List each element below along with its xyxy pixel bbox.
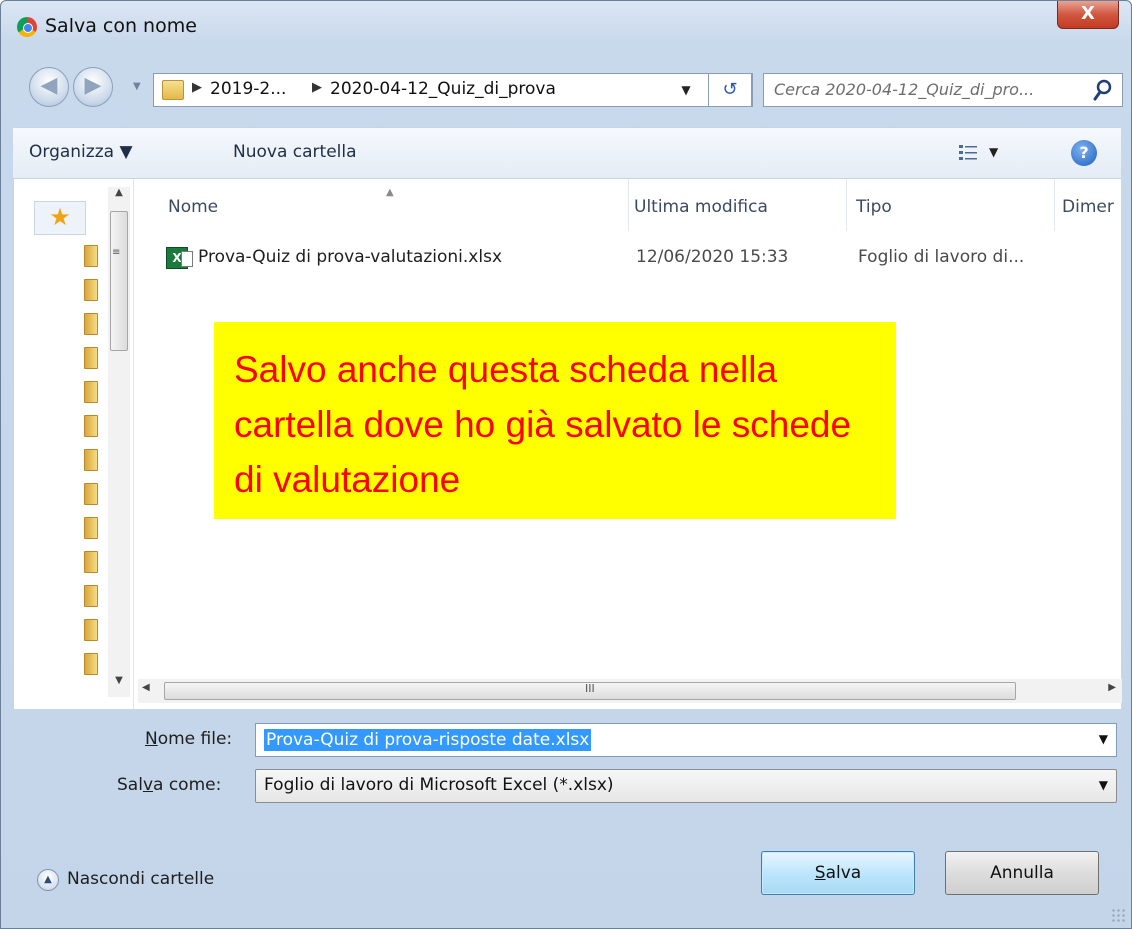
column-header-modified[interactable]: Ultima modifica (634, 197, 768, 217)
scroll-grip-icon: III (585, 682, 595, 695)
new-folder-button[interactable]: Nuova cartella (233, 142, 357, 162)
save-type-select[interactable]: Foglio di lavoro di Microsoft Excel (*.x… (255, 769, 1117, 803)
column-separator[interactable] (846, 179, 847, 231)
organize-menu[interactable]: Organizza ▼ (29, 142, 133, 162)
chevron-down-icon[interactable]: ▼ (989, 145, 998, 159)
filename-label-text: ome file: (157, 729, 233, 749)
scroll-up-icon[interactable]: ▲ (108, 187, 130, 207)
save-button[interactable]: Salva (761, 851, 915, 895)
save-type-label-accesskey: v (142, 775, 153, 795)
nav-folder-icon[interactable] (84, 381, 98, 403)
file-modified: 12/06/2020 15:33 (636, 247, 789, 267)
save-type-label-a: Sal (117, 775, 143, 795)
nav-folder-icon[interactable] (84, 619, 98, 641)
nav-folder-icon[interactable] (84, 585, 98, 607)
search-placeholder: Cerca 2020-04-12_Quiz_di_pro... (774, 80, 1035, 99)
save-accesskey: S (814, 863, 826, 883)
scroll-grip-icon: ≡ (112, 247, 121, 258)
window-title: Salva con nome (45, 15, 197, 37)
back-button[interactable]: ◀ (29, 67, 69, 107)
scroll-right-icon[interactable]: ▶ (1108, 682, 1116, 693)
save-type-label-b: a come: (153, 775, 222, 795)
save-type-value: Foglio di lavoro di Microsoft Excel (*.x… (264, 775, 614, 795)
resize-grip-icon[interactable] (1111, 908, 1125, 922)
address-dropdown-icon[interactable]: ▼ (671, 73, 701, 107)
forward-button[interactable]: ▶ (73, 67, 113, 107)
scroll-left-icon[interactable]: ◀ (142, 682, 150, 693)
close-button[interactable]: X (1057, 1, 1119, 29)
search-icon[interactable] (1092, 78, 1114, 102)
annotation-callout: Salvo anche questa scheda nella cartella… (214, 322, 896, 519)
nav-pane-scrollbar[interactable]: ▲ ≡ ▼ (108, 187, 130, 697)
save-type-label: Salva come: (117, 775, 221, 795)
scroll-thumb[interactable] (110, 211, 128, 351)
save-label: alva (825, 863, 862, 883)
scroll-thumb[interactable]: III (164, 682, 1016, 700)
column-header-type[interactable]: Tipo (856, 197, 892, 217)
search-input[interactable]: Cerca 2020-04-12_Quiz_di_pro... (763, 73, 1123, 107)
column-separator[interactable] (1054, 179, 1055, 231)
breadcrumb-parent[interactable]: 2019-2... (210, 79, 286, 99)
file-type: Foglio di lavoro di... (858, 247, 1025, 267)
scroll-down-icon[interactable]: ▼ (108, 675, 130, 695)
help-icon[interactable]: ? (1071, 140, 1097, 166)
refresh-button[interactable]: ↺ (708, 73, 752, 107)
collapse-up-icon[interactable]: ▲ (37, 869, 59, 891)
navigation-pane: ★ ▲ ≡ ▼ (14, 179, 134, 709)
chevron-down-icon[interactable]: ▼ (1099, 732, 1108, 746)
hide-folders-button[interactable]: Nascondi cartelle (67, 869, 214, 889)
view-options-icon[interactable] (957, 142, 979, 164)
column-separator[interactable] (628, 179, 629, 231)
file-row[interactable]: X Prova-Quiz di prova-valutazioni.xlsx 1… (164, 245, 1064, 275)
history-dropdown-icon[interactable]: ▼ (133, 81, 147, 95)
chevron-down-icon[interactable]: ▼ (1099, 778, 1108, 792)
filename-label: Nome file: (145, 729, 232, 749)
sort-ascending-icon: ▲ (386, 187, 394, 198)
nav-folder-icon[interactable] (84, 245, 98, 267)
save-as-dialog: Salva con nome X ◀ ▶ ▼ ▶ 2019-2... ▶ 202… (0, 0, 1132, 929)
horizontal-scrollbar[interactable]: ◀ III ▶ (138, 679, 1122, 703)
nav-folder-icon[interactable] (84, 415, 98, 437)
command-toolbar: Organizza ▼ Nuova cartella ▼ ? (13, 127, 1121, 179)
chevron-right-icon[interactable]: ▶ (312, 80, 322, 95)
folder-icon (162, 80, 184, 100)
filename-label-accesskey: N (145, 729, 158, 749)
save-form: Nome file: Prova-Quiz di prova-risposte … (13, 709, 1121, 819)
nav-folder-icon[interactable] (84, 653, 98, 675)
nav-folder-icon[interactable] (84, 313, 98, 335)
nav-folder-icon[interactable] (84, 279, 98, 301)
column-header-name[interactable]: Nome (168, 197, 218, 217)
chevron-right-icon[interactable]: ▶ (192, 80, 202, 95)
nav-folder-icon[interactable] (84, 347, 98, 369)
chrome-app-icon (17, 17, 37, 37)
filename-field[interactable]: Prova-Quiz di prova-risposte date.xlsx ▼ (255, 723, 1117, 757)
dialog-footer: ▲ Nascondi cartelle Salva Annulla (1, 819, 1131, 928)
title-bar: Salva con nome X (1, 1, 1131, 53)
nav-folder-icon[interactable] (84, 449, 98, 471)
nav-folder-icon[interactable] (84, 483, 98, 505)
column-header-size[interactable]: Dimer (1062, 197, 1114, 217)
nav-folder-icon[interactable] (84, 517, 98, 539)
filename-value: Prova-Quiz di prova-risposte date.xlsx (264, 729, 592, 751)
favorites-star-icon[interactable]: ★ (34, 201, 86, 235)
excel-file-icon: X (166, 247, 193, 269)
address-bar[interactable]: ▶ 2019-2... ▶ 2020-04-12_Quiz_di_prova (153, 73, 753, 107)
file-name: Prova-Quiz di prova-valutazioni.xlsx (198, 247, 502, 267)
nav-folder-icon[interactable] (84, 551, 98, 573)
cancel-button[interactable]: Annulla (945, 851, 1099, 895)
breadcrumb-current[interactable]: 2020-04-12_Quiz_di_prova (330, 79, 556, 99)
